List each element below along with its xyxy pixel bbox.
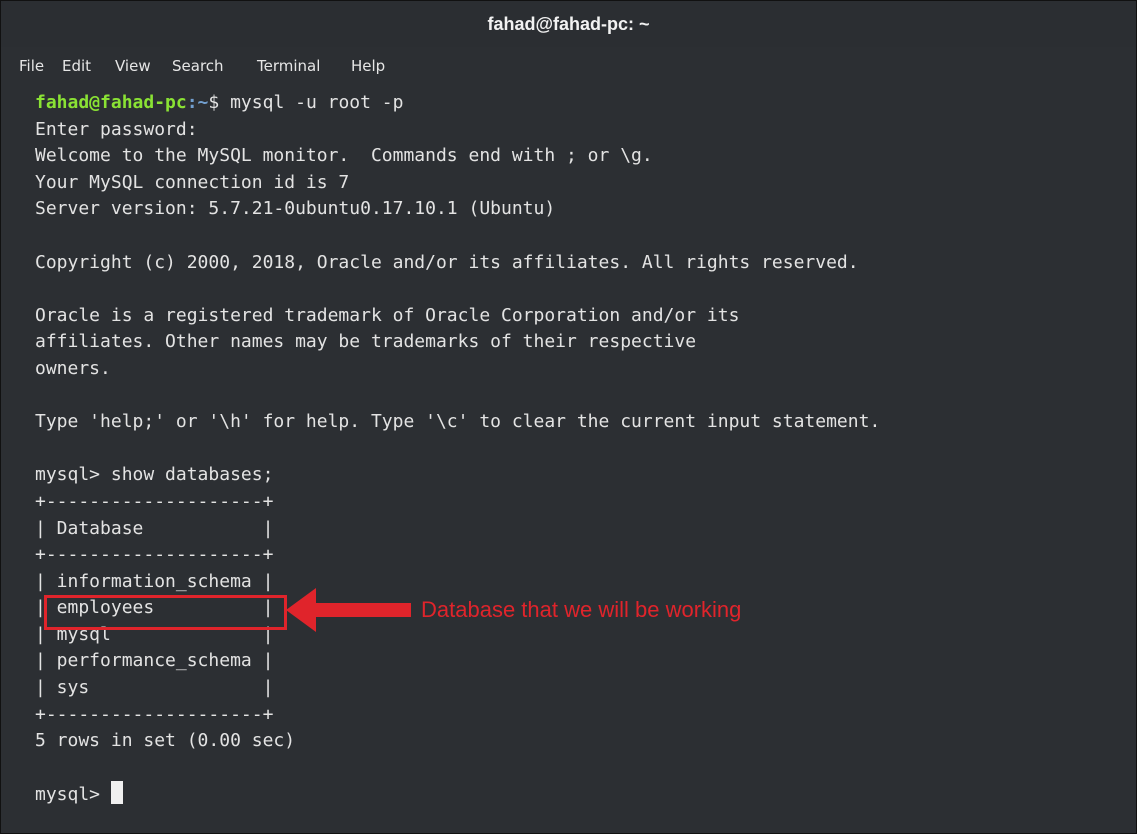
menu-help[interactable]: Help [351,53,385,79]
mysql-prompt: mysql> [35,784,111,806]
table-row: | performance_schema | [35,650,274,672]
output-line: Enter password: [35,118,198,140]
prompt-symbol: $ [208,92,231,113]
output-line: Server version: 5.7.21-0ubuntu0.17.10.1 … [35,198,556,220]
menu-file[interactable]: File [19,53,44,79]
text-cursor [110,781,123,805]
menu-view[interactable]: View [115,53,151,79]
command-line: fahad@fahad-pc:~$ mysql -u root -p [35,90,1136,117]
terminal-output[interactable]: fahad@fahad-pc:~$ mysql -u root -p Enter… [35,90,1136,833]
mysql-prompt-line[interactable]: mysql> [35,781,1136,808]
menu-search[interactable]: Search [172,53,224,79]
table-row: | sys | [35,677,274,699]
output-line: affiliates. Other names may be trademark… [35,331,697,353]
output-line: owners. [35,357,111,379]
output-line: mysql> show databases; [35,464,274,486]
menu-edit[interactable]: Edit [62,53,91,79]
left-arrow-icon [286,588,411,632]
highlight-box [44,595,287,630]
menu-bar: File Edit View Search Terminal Help [1,53,1136,79]
window-title: fahad@fahad-pc: ~ [1,1,1136,47]
output-line: Welcome to the MySQL monitor. Commands e… [35,145,653,167]
prompt-path: :~ [186,92,209,113]
output-line: Oracle is a registered trademark of Orac… [35,304,740,326]
output-line: Copyright (c) 2000, 2018, Oracle and/or … [35,251,859,273]
table-border-line: +--------------------+ [35,544,274,566]
menu-terminal[interactable]: Terminal [257,53,320,79]
output-line: Your MySQL connection id is 7 [35,171,350,193]
table-border-line: +--------------------+ [35,490,274,512]
output-line: Type 'help;' or '\h' for help. Type '\c'… [35,411,881,433]
output-line: 5 rows in set (0.00 sec) [35,730,296,752]
table-row: | information_schema | [35,570,274,592]
terminal-window: fahad@fahad-pc: ~ File Edit View Search … [0,0,1137,834]
table-border-line: +--------------------+ [35,703,274,725]
prompt-user: fahad@fahad-pc [35,92,187,113]
annotation-text: Database that we will be working [421,597,742,622]
command-text: mysql -u root -p [230,92,404,113]
table-header-line: | Database | [35,517,274,539]
